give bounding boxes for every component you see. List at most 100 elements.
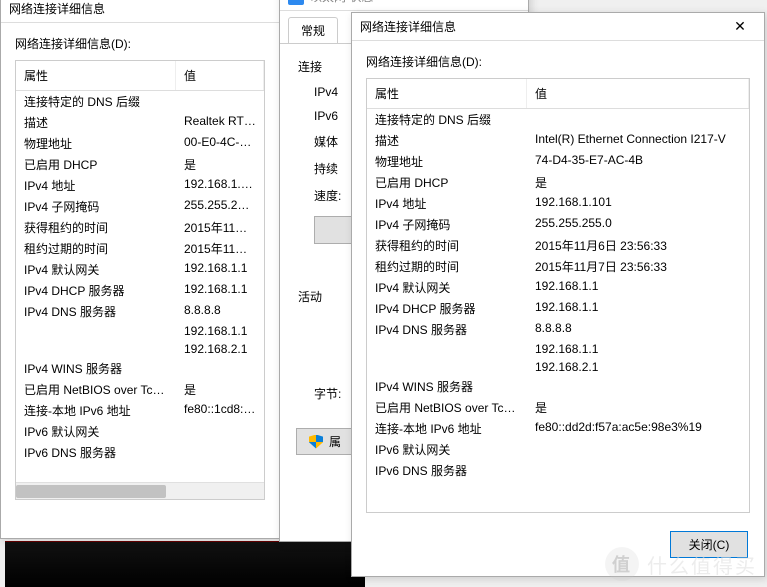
cell-value: 192.168.1.100	[184, 177, 256, 194]
cell-property: IPv4 DHCP 服务器	[24, 282, 184, 299]
table-row[interactable]: 192.168.1.1	[367, 340, 749, 358]
cell-value: 8.8.8.8	[184, 303, 256, 320]
cell-property: 物理地址	[24, 135, 184, 152]
cell-value	[535, 441, 741, 458]
table-row[interactable]: 获得租约的时间2015年11月6日 23:56:33	[367, 235, 749, 256]
window-title: 以太网 状态	[310, 0, 524, 5]
table-row[interactable]: 物理地址74-D4-35-E7-AC-4B	[367, 151, 749, 172]
cell-property	[375, 360, 535, 374]
cell-property: 物理地址	[375, 153, 535, 170]
dialog-button-row: 关闭(C)	[352, 523, 764, 570]
col-property[interactable]: 属性	[367, 79, 527, 108]
cell-value: 是	[535, 174, 741, 191]
table-row[interactable]: IPv6 默认网关	[16, 421, 264, 442]
table-row[interactable]: 192.168.2.1	[16, 340, 264, 358]
table-row[interactable]: IPv4 地址192.168.1.100	[16, 175, 264, 196]
cell-value: fe80::dd2d:f57a:ac5e:98e3%19	[535, 420, 741, 437]
cell-property: 租约过期的时间	[375, 258, 535, 275]
titlebar[interactable]: 网络连接详细信息	[1, 0, 279, 23]
cell-value: Realtek RTL8187 W	[184, 114, 256, 131]
cell-value: 192.168.1.1	[184, 282, 256, 299]
close-dialog-button[interactable]: 关闭(C)	[670, 531, 748, 558]
table-row[interactable]: 连接-本地 IPv6 地址fe80::1cd8:3037:6e	[16, 400, 264, 421]
cell-property: IPv6 DNS 服务器	[24, 444, 184, 461]
table-row[interactable]: IPv4 WINS 服务器	[16, 358, 264, 379]
table-row[interactable]: IPv6 默认网关	[367, 439, 749, 460]
cell-value: 74-D4-35-E7-AC-4B	[535, 153, 741, 170]
table-row[interactable]: IPv4 子网掩码255.255.255.0	[16, 196, 264, 217]
cell-property: IPv4 WINS 服务器	[24, 360, 184, 377]
cell-value	[535, 111, 741, 128]
network-details-window-right: 网络连接详细信息 ✕ 网络连接详细信息(D): 属性 值 连接特定的 DNS 后…	[351, 12, 765, 577]
table-row[interactable]: 租约过期的时间2015年11月7日 23	[16, 238, 264, 259]
col-property[interactable]: 属性	[16, 61, 176, 90]
cell-value: 192.168.1.1	[535, 342, 741, 356]
cell-property: IPv4 默认网关	[24, 261, 184, 278]
window-title: 网络连接详细信息	[9, 0, 275, 17]
table-header: 属性 值	[16, 61, 264, 91]
col-value[interactable]: 值	[527, 79, 749, 108]
cell-value: 192.168.2.1	[535, 360, 741, 374]
table-row[interactable]: IPv4 地址192.168.1.101	[367, 193, 749, 214]
table-row[interactable]: 已启用 DHCP是	[367, 172, 749, 193]
cell-property: 描述	[24, 114, 184, 131]
cell-property: IPv4 DNS 服务器	[24, 303, 184, 320]
section-heading: 网络连接详细信息(D):	[366, 53, 750, 70]
table-row[interactable]: IPv4 WINS 服务器	[367, 376, 749, 397]
cell-value: Intel(R) Ethernet Connection I217-V	[535, 132, 741, 149]
cell-property: 获得租约的时间	[24, 219, 184, 236]
cell-value: 2015年11月7日 23	[184, 240, 256, 257]
close-button[interactable]: ✕	[720, 16, 760, 38]
properties-button[interactable]: 属	[296, 428, 354, 455]
col-value[interactable]: 值	[176, 61, 264, 90]
cell-value	[184, 93, 256, 110]
cell-value: 8.8.8.8	[535, 321, 741, 338]
cell-property: IPv6 默认网关	[375, 441, 535, 458]
cell-value: 00-E0-4C-93-58-0	[184, 135, 256, 152]
shield-icon	[309, 435, 323, 449]
titlebar[interactable]: 以太网 状态	[280, 0, 528, 11]
cell-property: IPv4 地址	[375, 195, 535, 212]
cell-property: 已启用 DHCP	[24, 156, 184, 173]
background-dark-strip	[5, 541, 365, 587]
cell-value: 192.168.1.1	[535, 300, 741, 317]
horizontal-scrollbar[interactable]	[16, 482, 264, 499]
table-row[interactable]: IPv6 DNS 服务器	[16, 442, 264, 463]
table-row[interactable]: 已启用 NetBIOS over Tc…是	[367, 397, 749, 418]
table-row[interactable]: IPv6 DNS 服务器	[367, 460, 749, 481]
cell-property: IPv4 DHCP 服务器	[375, 300, 535, 317]
cell-property: IPv4 WINS 服务器	[375, 378, 535, 395]
table-row[interactable]: 获得租约的时间2015年11月6日 23	[16, 217, 264, 238]
cell-value: 2015年11月6日 23:56:33	[535, 237, 741, 254]
scrollbar-thumb[interactable]	[16, 485, 166, 498]
cell-value	[184, 360, 256, 377]
table-row[interactable]: IPv4 DHCP 服务器192.168.1.1	[367, 298, 749, 319]
cell-property	[24, 324, 184, 338]
section-heading: 网络连接详细信息(D):	[15, 35, 265, 52]
table-row[interactable]: 连接-本地 IPv6 地址fe80::dd2d:f57a:ac5e:98e3%1…	[367, 418, 749, 439]
table-row[interactable]: IPv4 DHCP 服务器192.168.1.1	[16, 280, 264, 301]
table-row[interactable]: IPv4 默认网关192.168.1.1	[16, 259, 264, 280]
table-row[interactable]: 连接特定的 DNS 后缀	[16, 91, 264, 112]
cell-property: IPv4 地址	[24, 177, 184, 194]
tab-general[interactable]: 常规	[288, 17, 338, 43]
cell-value: 192.168.1.101	[535, 195, 741, 212]
table-row[interactable]: IPv4 DNS 服务器8.8.8.8	[367, 319, 749, 340]
table-row[interactable]: 物理地址00-E0-4C-93-58-0	[16, 133, 264, 154]
cell-property	[375, 342, 535, 356]
cell-property: IPv4 子网掩码	[375, 216, 535, 233]
table-row[interactable]: IPv4 子网掩码255.255.255.0	[367, 214, 749, 235]
details-table: 属性 值 连接特定的 DNS 后缀描述Realtek RTL8187 W物理地址…	[15, 60, 265, 500]
table-row[interactable]: 描述Intel(R) Ethernet Connection I217-V	[367, 130, 749, 151]
table-row[interactable]: 租约过期的时间2015年11月7日 23:56:33	[367, 256, 749, 277]
table-row[interactable]: 已启用 DHCP是	[16, 154, 264, 175]
table-row[interactable]: 已启用 NetBIOS over Tc…是	[16, 379, 264, 400]
table-row[interactable]: 192.168.1.1	[16, 322, 264, 340]
titlebar[interactable]: 网络连接详细信息 ✕	[352, 13, 764, 41]
table-row[interactable]: 描述Realtek RTL8187 W	[16, 112, 264, 133]
table-row[interactable]: 连接特定的 DNS 后缀	[367, 109, 749, 130]
table-row[interactable]: 192.168.2.1	[367, 358, 749, 376]
cell-value: 是	[535, 399, 741, 416]
table-row[interactable]: IPv4 DNS 服务器8.8.8.8	[16, 301, 264, 322]
table-row[interactable]: IPv4 默认网关192.168.1.1	[367, 277, 749, 298]
